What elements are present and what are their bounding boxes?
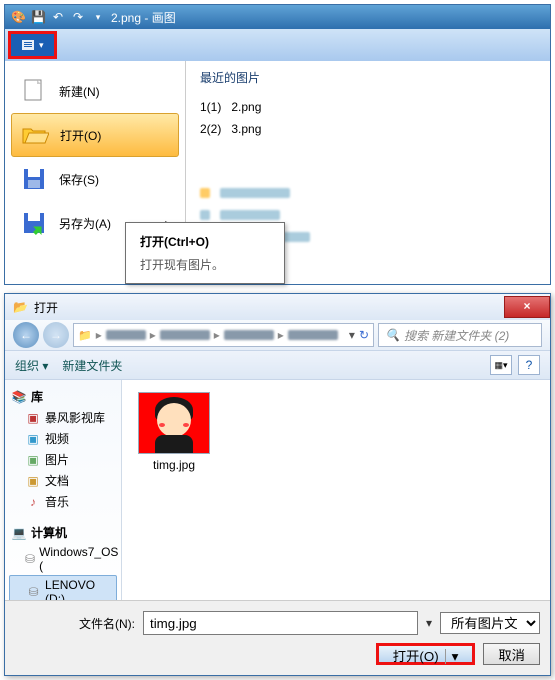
window-title: 2.png - 画图 (111, 9, 176, 26)
recent-index: 1(1) (200, 100, 221, 114)
undo-icon[interactable]: ↶ (51, 10, 65, 24)
nav-tree: 📚库 ▣暴风影视库 ▣视频 ▣图片 ▣文档 ♪音乐 💻计算机 ⛁Windows7… (5, 380, 122, 600)
file-thumbnail[interactable]: timg.jpg (134, 392, 214, 472)
help-button[interactable]: ? (518, 355, 540, 375)
tree-label: 图片 (45, 451, 69, 468)
chevron-down-icon[interactable]: ▾ (445, 649, 459, 664)
document-icon: ▣ (25, 474, 41, 488)
paint-window: 🎨 💾 ↶ ↷ ▾ 2.png - 画图 ▾ 新建(N) 打开(O) 保存(S) (4, 4, 551, 285)
folder-open-icon: 📂 (13, 300, 28, 314)
tree-libraries[interactable]: 📚库 (9, 386, 117, 407)
menu-label: 保存(S) (59, 171, 99, 188)
forward-button[interactable]: → (43, 322, 69, 348)
search-input[interactable]: 🔍 搜索 新建文件夹 (2) (378, 323, 542, 347)
menu-item-open[interactable]: 打开(O) (11, 113, 179, 157)
filename-input[interactable] (143, 611, 418, 635)
dialog-title: 打开 (34, 299, 58, 316)
window-buttons: × (504, 296, 550, 318)
arrow-left-icon: ← (20, 328, 32, 342)
filter-select[interactable]: 所有图片文件 (440, 612, 540, 634)
library-icon: 📚 (11, 390, 27, 404)
drive-icon: ⛁ (25, 552, 35, 566)
tree-label: Windows7_OS ( (39, 545, 118, 573)
tooltip-title: 打开(Ctrl+O) (140, 235, 209, 249)
blurred-recent (200, 184, 536, 202)
tree-label: 视频 (45, 430, 69, 447)
redo-icon[interactable]: ↷ (71, 10, 85, 24)
computer-icon: 💻 (11, 526, 27, 540)
recent-name: 2.png (231, 100, 261, 114)
new-folder-button[interactable]: 新建文件夹 (62, 357, 122, 374)
qat-dropdown-icon[interactable]: ▾ (91, 10, 105, 24)
view-button[interactable]: ▦▾ (490, 355, 512, 375)
menu-item-save[interactable]: 保存(S) (5, 157, 185, 201)
titlebar: 🎨 💾 ↶ ↷ ▾ 2.png - 画图 (5, 5, 550, 29)
recent-item-1[interactable]: 2(2) 3.png (200, 118, 536, 140)
tree-label: 文档 (45, 472, 69, 489)
picture-icon: ▣ (25, 453, 41, 467)
chevron-down-icon[interactable]: ▾ (426, 616, 432, 630)
menu-label: 新建(N) (59, 83, 100, 100)
video-icon: ▣ (25, 411, 41, 425)
menu-label: 打开(O) (60, 127, 101, 144)
save-icon (19, 165, 49, 193)
cancel-button[interactable]: 取消 (483, 643, 540, 665)
refresh-icon[interactable]: ↻ (359, 328, 369, 342)
organize-button[interactable]: 组织 ▾ (15, 357, 48, 374)
back-button[interactable]: ← (13, 322, 39, 348)
search-placeholder: 搜索 新建文件夹 (2) (404, 327, 509, 344)
music-icon: ♪ (25, 495, 41, 509)
folder-icon: 📁 (78, 329, 92, 342)
ribbon: ▾ (5, 29, 550, 61)
button-label: 打开(O) (393, 649, 439, 664)
tree-video[interactable]: ▣ 视频 (9, 428, 117, 449)
open-button[interactable]: 打开(O) ▾ (376, 643, 476, 665)
tree-documents[interactable]: ▣ 文档 (9, 470, 117, 491)
chevron-down-icon[interactable]: ▾ (349, 328, 355, 342)
open-icon (20, 121, 50, 149)
tree-pictures[interactable]: ▣ 图片 (9, 449, 117, 470)
tree-drive-d[interactable]: ⛁ LENOVO (D:) (9, 575, 117, 600)
dialog-toolbar: 组织 ▾ 新建文件夹 ▦▾ ? (5, 351, 550, 380)
tree-computer[interactable]: 💻 计算机 (9, 522, 117, 543)
tree-baofeng[interactable]: ▣ 暴风影视库 (9, 407, 117, 428)
app-icon: 🎨 (11, 10, 25, 24)
tree-drive-c[interactable]: ⛁ Windows7_OS ( (9, 543, 117, 575)
recent-name: 3.png (231, 122, 261, 136)
tree-label: 计算机 (31, 524, 67, 541)
search-icon: 🔍 (385, 328, 400, 342)
dialog-body: 📚库 ▣暴风影视库 ▣视频 ▣图片 ▣文档 ♪音乐 💻计算机 ⛁Windows7… (5, 380, 550, 600)
menu-item-new[interactable]: 新建(N) (5, 69, 185, 113)
new-icon (19, 77, 49, 105)
tooltip: 打开(Ctrl+O) 打开现有图片。 (125, 222, 285, 284)
saveas-icon (19, 209, 49, 237)
video-icon: ▣ (25, 432, 41, 446)
nav-row: ← → 📁 ▸ ▸ ▸ ▸ ▾ ↻ 🔍 搜索 新建文件夹 (2) (5, 320, 550, 351)
tree-label: 音乐 (45, 493, 69, 510)
breadcrumb[interactable]: 📁 ▸ ▸ ▸ ▸ ▾ ↻ (73, 323, 374, 347)
tree-label: 库 (31, 388, 43, 405)
tooltip-body: 打开现有图片。 (140, 256, 270, 273)
file-menu-icon (21, 38, 35, 52)
file-pane[interactable]: timg.jpg (122, 380, 550, 600)
dialog-footer: 文件名(N): ▾ 所有图片文件 打开(O) ▾ 取消 (5, 600, 550, 675)
arrow-right-icon: → (50, 328, 62, 342)
recent-item-0[interactable]: 1(1) 2.png (200, 96, 536, 118)
file-menu-button[interactable]: ▾ (8, 31, 57, 59)
open-dialog: 📂 打开 × ← → 📁 ▸ ▸ ▸ ▸ ▾ ↻ 🔍 搜索 新建文件夹 (2) … (4, 293, 551, 676)
recent-index: 2(2) (200, 122, 221, 136)
close-button[interactable]: × (504, 296, 550, 318)
chevron-down-icon: ▾ (39, 40, 44, 51)
dialog-titlebar: 📂 打开 × (5, 294, 550, 320)
menu-label: 另存为(A) (59, 215, 111, 232)
recent-header: 最近的图片 (200, 69, 536, 86)
filename-label: 文件名(N): (15, 615, 135, 632)
drive-icon: ⛁ (26, 585, 41, 599)
save-icon[interactable]: 💾 (31, 10, 45, 24)
tree-label: LENOVO (D:) (45, 578, 114, 600)
thumbnail-image (138, 392, 210, 454)
tree-music[interactable]: ♪ 音乐 (9, 491, 117, 512)
file-name: timg.jpg (134, 458, 214, 472)
tree-label: 暴风影视库 (45, 409, 105, 426)
